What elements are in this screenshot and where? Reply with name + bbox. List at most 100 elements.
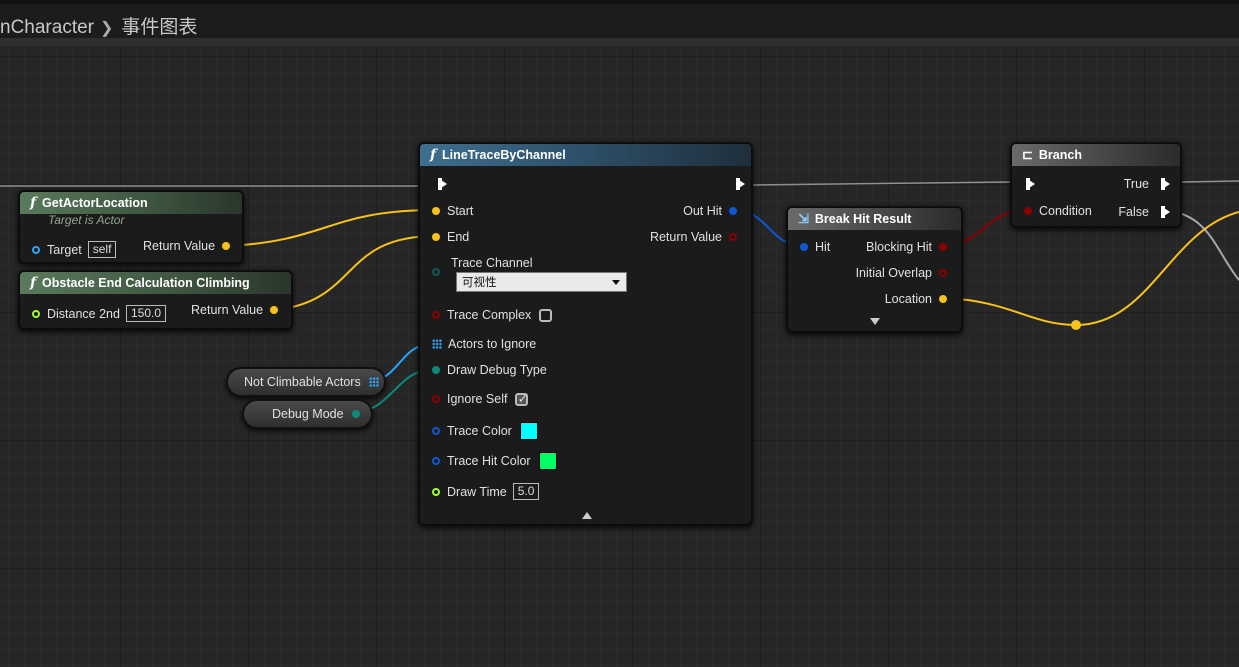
node-header: f Obstacle End Calculation Climbing (20, 272, 291, 294)
node-subtitle: Target is Actor (48, 213, 125, 227)
pin-label-location: Location (884, 292, 932, 306)
pin-label-trace-channel: Trace Channel (451, 256, 533, 270)
struct-pin-icon[interactable] (800, 243, 808, 251)
pin-label-out-hit: Out Hit (683, 204, 722, 218)
distance-value-field[interactable]: 150.0 (125, 305, 166, 322)
trace-channel-dropdown[interactable]: 可视性 (456, 272, 627, 292)
pin-row-draw-debug-type: Draw Debug Type (432, 363, 547, 377)
node-break-hit-result[interactable]: ⇲ Break Hit Result Hit Blocking Hit Init… (786, 206, 963, 333)
pin-row-start: Start (432, 204, 473, 218)
enum-pin-icon[interactable] (432, 268, 440, 276)
wire-exec-right (1181, 180, 1239, 183)
pin-row-actors-to-ignore: Actors to Ignore (432, 337, 536, 351)
pin-label-false: False (1118, 205, 1149, 219)
struct-pin-icon[interactable] (432, 427, 440, 435)
variable-debug-mode[interactable]: Debug Mode (242, 399, 373, 429)
trace-channel-value: 可视性 (462, 277, 497, 289)
pin-label-distance: Distance 2nd (47, 306, 120, 321)
node-branch[interactable]: ⊏ Branch Condition True False (1010, 142, 1182, 228)
pin-label-draw-time: Draw Time (447, 484, 507, 499)
pin-label-condition: Condition (1039, 204, 1092, 218)
pin-row-return: Return Value (143, 239, 231, 253)
pin-label-ignore-self: Ignore Self (447, 392, 508, 406)
pin-label-trace-hit-color: Trace Hit Color (447, 454, 531, 468)
pin-row-ignore-self: Ignore Self (432, 391, 529, 407)
branch-icon: ⊏ (1022, 147, 1033, 162)
node-title: GetActorLocation (42, 196, 148, 210)
trace-hit-color-swatch[interactable] (538, 452, 557, 470)
pin-row-out-hit: Out Hit (683, 204, 737, 218)
exec-in-pin-icon[interactable] (1026, 178, 1035, 190)
ignore-self-checkbox[interactable] (515, 391, 529, 407)
collapse-advanced-icon[interactable] (582, 512, 592, 519)
pin-row-false: False (1118, 205, 1170, 219)
pin-row-end: End (432, 230, 469, 244)
bool-pin-icon[interactable] (432, 311, 440, 319)
expand-pins-icon[interactable] (870, 318, 880, 325)
wire-location-to-start (229, 209, 437, 247)
pin-row-trace-channel (432, 268, 447, 276)
pin-label-hit: Hit (815, 240, 831, 254)
exec-out-pin-icon[interactable] (736, 178, 745, 190)
pin-row-target: Target self (32, 241, 117, 258)
bool-pin-icon[interactable] (729, 233, 737, 241)
chevron-down-icon (612, 280, 620, 285)
pin-row-condition: Condition (1024, 204, 1092, 218)
array-pin-icon[interactable] (368, 377, 379, 387)
vector-pin-icon[interactable] (222, 242, 231, 250)
wire-reroute-knot[interactable] (1071, 320, 1081, 330)
variable-label: Debug Mode (272, 407, 344, 421)
object-pin-icon[interactable] (32, 245, 40, 254)
wire-obstacle-to-end (275, 235, 437, 311)
pin-row-location: Location (885, 292, 947, 306)
vector-pin-icon[interactable] (270, 306, 279, 314)
bool-pin-icon[interactable] (939, 269, 947, 277)
enum-pin-icon[interactable] (351, 410, 360, 418)
struct-pin-icon[interactable] (432, 457, 440, 465)
exec-out-pin-icon[interactable] (1161, 206, 1170, 218)
pin-label-return: Return Value (191, 303, 264, 317)
bool-pin-icon[interactable] (432, 395, 440, 403)
pin-label-trace-complex: Trace Complex (447, 308, 532, 322)
vector-pin-icon[interactable] (432, 233, 440, 241)
float-pin-icon[interactable] (32, 309, 40, 318)
node-line-trace-by-channel[interactable]: f LineTraceByChannel Start End Out Hit R… (418, 142, 753, 526)
pin-label-target: Target (47, 242, 82, 257)
pin-label-end: End (447, 230, 470, 244)
bool-pin-icon[interactable] (1024, 207, 1032, 215)
array-pin-icon[interactable] (432, 339, 442, 349)
target-value[interactable]: self (87, 241, 117, 258)
trace-color-swatch[interactable] (519, 422, 538, 440)
node-get-actor-location[interactable]: f GetActorLocation Target is Actor Targe… (18, 190, 244, 264)
function-icon: f (30, 195, 37, 211)
variable-label: Not Climbable Actors (244, 375, 361, 389)
pin-row-draw-time: Draw Time 5.0 (432, 483, 540, 500)
wire-location-out (941, 211, 1239, 327)
node-obstacle-end-calculation[interactable]: f Obstacle End Calculation Climbing Dist… (18, 270, 293, 330)
pin-label-draw-debug-type: Draw Debug Type (447, 363, 547, 377)
pin-label-trace-color: Trace Color (447, 424, 512, 438)
vector-pin-icon[interactable] (432, 207, 440, 215)
variable-not-climbable-actors[interactable]: Not Climbable Actors (226, 367, 386, 397)
pin-row-distance: Distance 2nd 150.0 (32, 305, 166, 322)
exec-out-pin-icon[interactable] (1161, 178, 1170, 190)
struct-pin-icon[interactable] (729, 207, 737, 215)
pin-row-hit: Hit (800, 240, 830, 254)
trace-complex-checkbox[interactable] (539, 308, 553, 322)
draw-time-value-field[interactable]: 5.0 (512, 483, 540, 500)
enum-pin-icon[interactable] (432, 366, 440, 374)
pin-row-true: True (1124, 177, 1170, 191)
float-pin-icon[interactable] (432, 487, 440, 496)
exec-in-pin-icon[interactable] (438, 178, 447, 190)
bool-pin-icon[interactable] (939, 243, 947, 251)
pin-label-blocking-hit: Blocking Hit (866, 240, 932, 254)
vector-pin-icon[interactable] (939, 295, 947, 303)
pin-label-return: Return Value (143, 239, 216, 253)
pin-row-blocking-hit: Blocking Hit (866, 240, 947, 254)
pin-row-initial-overlap: Initial Overlap (856, 266, 947, 280)
pin-row-return-value: Return Value (650, 230, 737, 244)
pin-label-return-value: Return Value (649, 230, 722, 244)
node-title: Break Hit Result (814, 212, 912, 226)
blueprint-graph-canvas[interactable]: nCharacter ❯ 事件图表 f GetActorLocation Targe… (0, 0, 1239, 667)
pin-row-trace-complex: Trace Complex (432, 308, 553, 322)
